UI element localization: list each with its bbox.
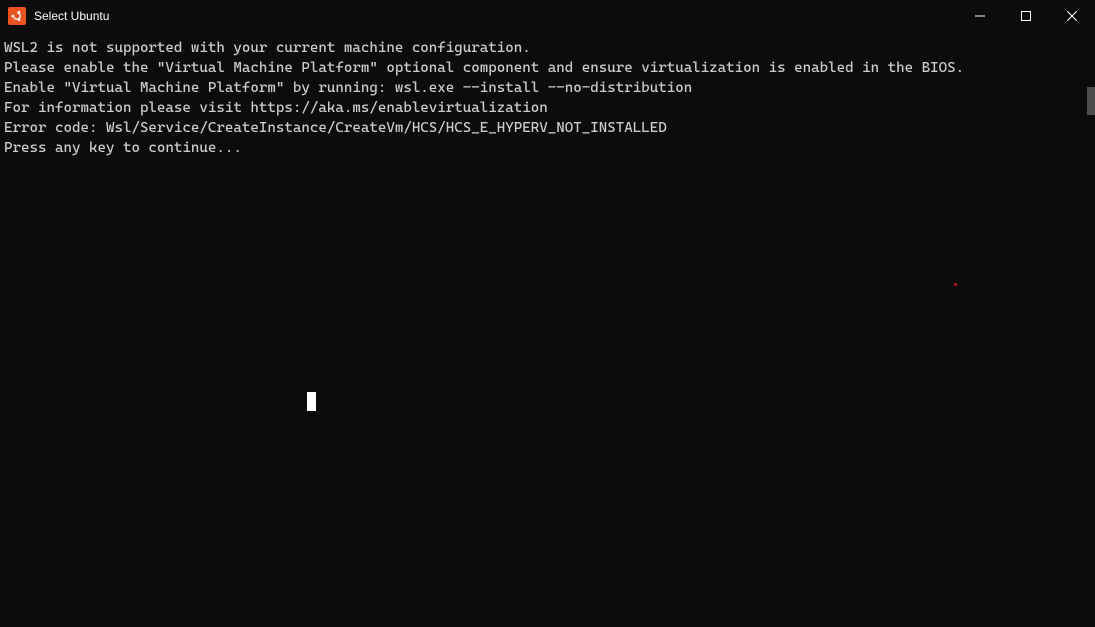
window-titlebar[interactable]: Select Ubuntu <box>0 0 1095 32</box>
maximize-button[interactable] <box>1003 0 1049 32</box>
scrollbar-thumb[interactable] <box>1087 87 1095 115</box>
terminal-line: WSL2 is not supported with your current … <box>4 38 1091 58</box>
close-button[interactable] <box>1049 0 1095 32</box>
window-controls <box>957 0 1095 32</box>
text-cursor <box>307 392 316 411</box>
titlebar-left: Select Ubuntu <box>0 7 109 25</box>
terminal-line: Enable "Virtual Machine Platform" by run… <box>4 78 1091 98</box>
minimize-button[interactable] <box>957 0 1003 32</box>
terminal-line: Please enable the "Virtual Machine Platf… <box>4 58 1091 78</box>
terminal-line: Press any key to continue... <box>4 138 1091 158</box>
ubuntu-icon <box>8 7 26 25</box>
terminal-line: Error code: Wsl/Service/CreateInstance/C… <box>4 118 1091 138</box>
terminal-output[interactable]: WSL2 is not supported with your current … <box>0 32 1095 627</box>
window-title: Select Ubuntu <box>34 9 109 23</box>
marker-dot <box>954 283 957 286</box>
terminal-line: For information please visit https://aka… <box>4 98 1091 118</box>
